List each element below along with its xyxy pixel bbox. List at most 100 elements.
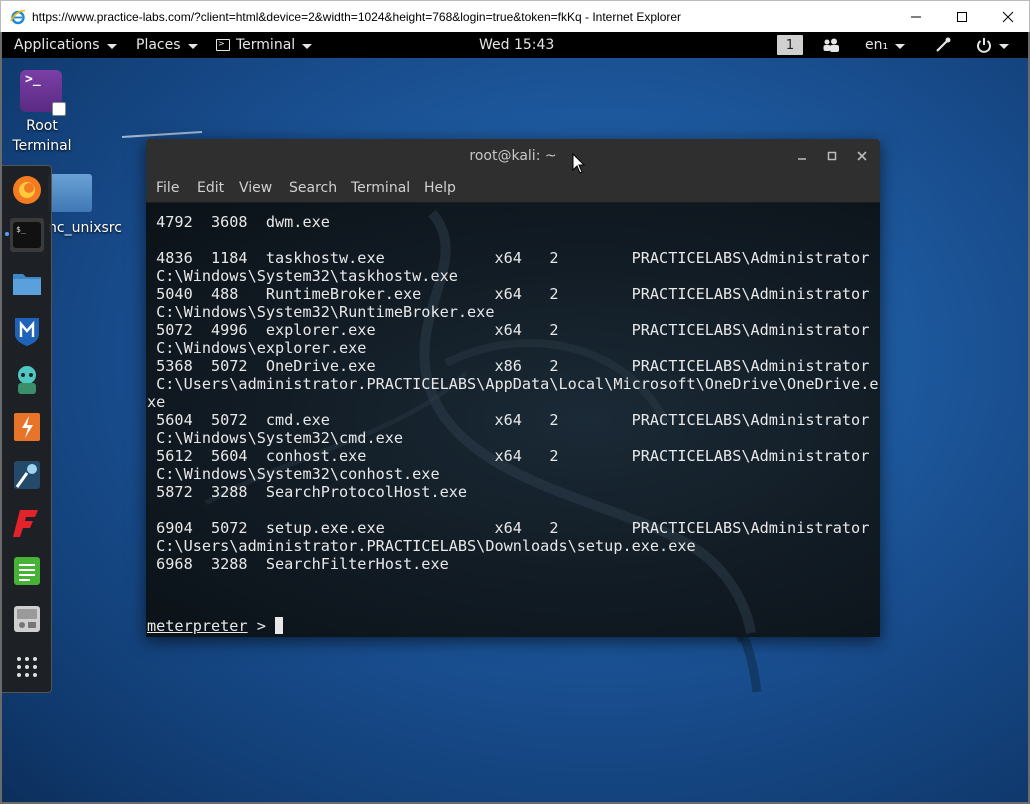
chevron-down-icon [999, 43, 1009, 49]
terminal-line: 5612 5604 conhost.exe x64 2 PRACTICELABS… [147, 447, 870, 465]
terminal-line: 6904 5072 setup.exe.exe x64 2 PRACTICELA… [147, 519, 870, 537]
language-label: en₁ [865, 37, 889, 53]
places-label: Places [136, 37, 181, 53]
terminal-icon: $_ [13, 222, 41, 248]
grid-icon [17, 657, 37, 677]
power-menu[interactable] [976, 32, 1009, 58]
chevron-down-icon [895, 43, 906, 49]
chevron-down-icon [187, 43, 198, 49]
root-terminal-label-2: Terminal [12, 138, 72, 154]
close-icon [1002, 11, 1014, 22]
terminal-line: 4836 1184 taskhostw.exe x64 2 PRACTICELA… [147, 249, 870, 267]
dock-files[interactable] [10, 266, 44, 300]
dock-firefox[interactable] [10, 173, 44, 207]
workspace-indicator[interactable]: 1 [777, 35, 803, 55]
terminal-line: C:\Windows\System32\conhost.exe [147, 465, 440, 483]
dock-burpsuite[interactable] [10, 410, 44, 444]
close-button[interactable] [985, 1, 1030, 32]
dock-faraday[interactable] [10, 506, 44, 540]
dock-screenshot[interactable] [10, 602, 44, 636]
terminal-line: C:\Windows\System32\RuntimeBroker.exe [147, 303, 495, 321]
remote-desktop: Applications Places > Terminal Wed 15:43… [2, 32, 1028, 802]
menu-terminal[interactable]: Terminal [351, 173, 410, 203]
terminal-window: root@kali: ~ File Edit View Search Termi… [146, 139, 880, 637]
metasploit-icon [15, 318, 39, 346]
color-picker-button[interactable] [934, 32, 952, 58]
terminal-line: C:\Windows\explorer.exe [147, 339, 367, 357]
menu-view[interactable]: View [239, 173, 272, 203]
text-editor-icon [14, 557, 40, 585]
maltego-icon [14, 461, 40, 489]
terminal-app-label: Terminal [236, 37, 296, 53]
menu-search[interactable]: Search [289, 173, 337, 203]
maximize-icon [827, 151, 837, 161]
close-icon [857, 151, 867, 161]
people-icon [823, 38, 839, 52]
prompt-suffix: > [247, 617, 276, 635]
terminal-line: 5604 5072 cmd.exe x64 2 PRACTICELABS\Adm… [147, 411, 870, 429]
maximize-button[interactable] [939, 1, 985, 32]
folder-label: nc_unixsrc [48, 220, 122, 236]
terminal-title: root@kali: ~ [469, 148, 557, 164]
window-title: https://www.practice-labs.com/?client=ht… [32, 9, 682, 24]
terminal-minimize-button[interactable] [794, 148, 810, 164]
terminal-line: 6968 3288 SearchFilterHost.exe [147, 555, 449, 573]
armitage-icon [18, 366, 36, 394]
minimize-icon [798, 158, 806, 160]
accessibility-button[interactable] [822, 32, 840, 58]
terminal-maximize-button[interactable] [824, 148, 840, 164]
dock-terminal[interactable]: $_ [10, 218, 44, 252]
root-terminal-desktop-icon[interactable]: >_ [20, 70, 66, 116]
dock-leafpad[interactable] [10, 554, 44, 588]
terminal-line: C:\Windows\System32\taskhostw.exe [147, 267, 458, 285]
eyedropper-icon [936, 37, 951, 52]
terminal-line: C:\Users\administrator.PRACTICELABS\AppD… [147, 375, 879, 393]
dock-armitage[interactable] [10, 362, 44, 396]
text-cursor [275, 617, 284, 634]
language-menu[interactable]: en₁ [865, 32, 906, 58]
maximize-icon [957, 11, 967, 22]
menu-help[interactable]: Help [424, 173, 456, 203]
clock[interactable]: Wed 15:43 [479, 32, 554, 58]
minimize-button[interactable] [893, 1, 939, 32]
svg-text:$_: $_ [16, 225, 26, 234]
root-terminal-label-1: Root [26, 118, 58, 134]
chevron-down-icon [106, 43, 117, 49]
minimize-icon [911, 16, 921, 17]
menu-edit[interactable]: Edit [197, 173, 224, 203]
screenshot-icon [14, 606, 40, 632]
power-icon [977, 38, 991, 53]
faraday-icon [13, 510, 38, 537]
dock: $_ [2, 165, 52, 693]
dock-metasploit[interactable] [10, 314, 44, 348]
terminal-line: 5040 488 RuntimeBroker.exe x64 2 PRACTIC… [147, 285, 870, 303]
terminal-line: C:\Users\administrator.PRACTICELABS\Down… [147, 537, 696, 555]
terminal-body[interactable]: 4792 3608 dwm.exe 4836 1184 taskhostw.ex… [146, 203, 880, 637]
gnome-topbar: Applications Places > Terminal Wed 15:43… [2, 32, 1028, 58]
terminal-titlebar[interactable]: root@kali: ~ [146, 139, 880, 173]
applications-label: Applications [14, 37, 100, 53]
folder-icon [13, 274, 41, 295]
ie-logo-icon [10, 9, 26, 25]
dock-maltego[interactable] [10, 458, 44, 492]
folder-desktop-icon[interactable] [48, 174, 92, 212]
terminal-line: 5368 5072 OneDrive.exe x86 2 PRACTICELAB… [147, 357, 870, 375]
terminal-line: 5072 4996 explorer.exe x64 2 PRACTICELAB… [147, 321, 870, 339]
menu-file[interactable]: File [156, 173, 179, 203]
running-indicator [5, 232, 9, 236]
dock-show-apps[interactable] [10, 650, 44, 684]
places-menu[interactable]: Places [136, 32, 198, 58]
firefox-icon [13, 176, 41, 204]
terminal-menubar: File Edit View Search Terminal Help [146, 173, 880, 203]
terminal-line: 5872 3288 SearchProtocolHost.exe [147, 483, 468, 501]
shortcut-arrow-icon [52, 102, 66, 116]
terminal-line: xe [147, 393, 166, 411]
terminal-app-menu[interactable]: > Terminal [216, 32, 313, 58]
prompt-label: meterpreter [147, 617, 248, 635]
applications-menu[interactable]: Applications [14, 32, 117, 58]
burpsuite-icon [14, 413, 40, 441]
terminal-close-button[interactable] [854, 148, 870, 164]
chevron-down-icon [302, 43, 313, 49]
prompt-line[interactable]: meterpreter > [147, 617, 284, 635]
